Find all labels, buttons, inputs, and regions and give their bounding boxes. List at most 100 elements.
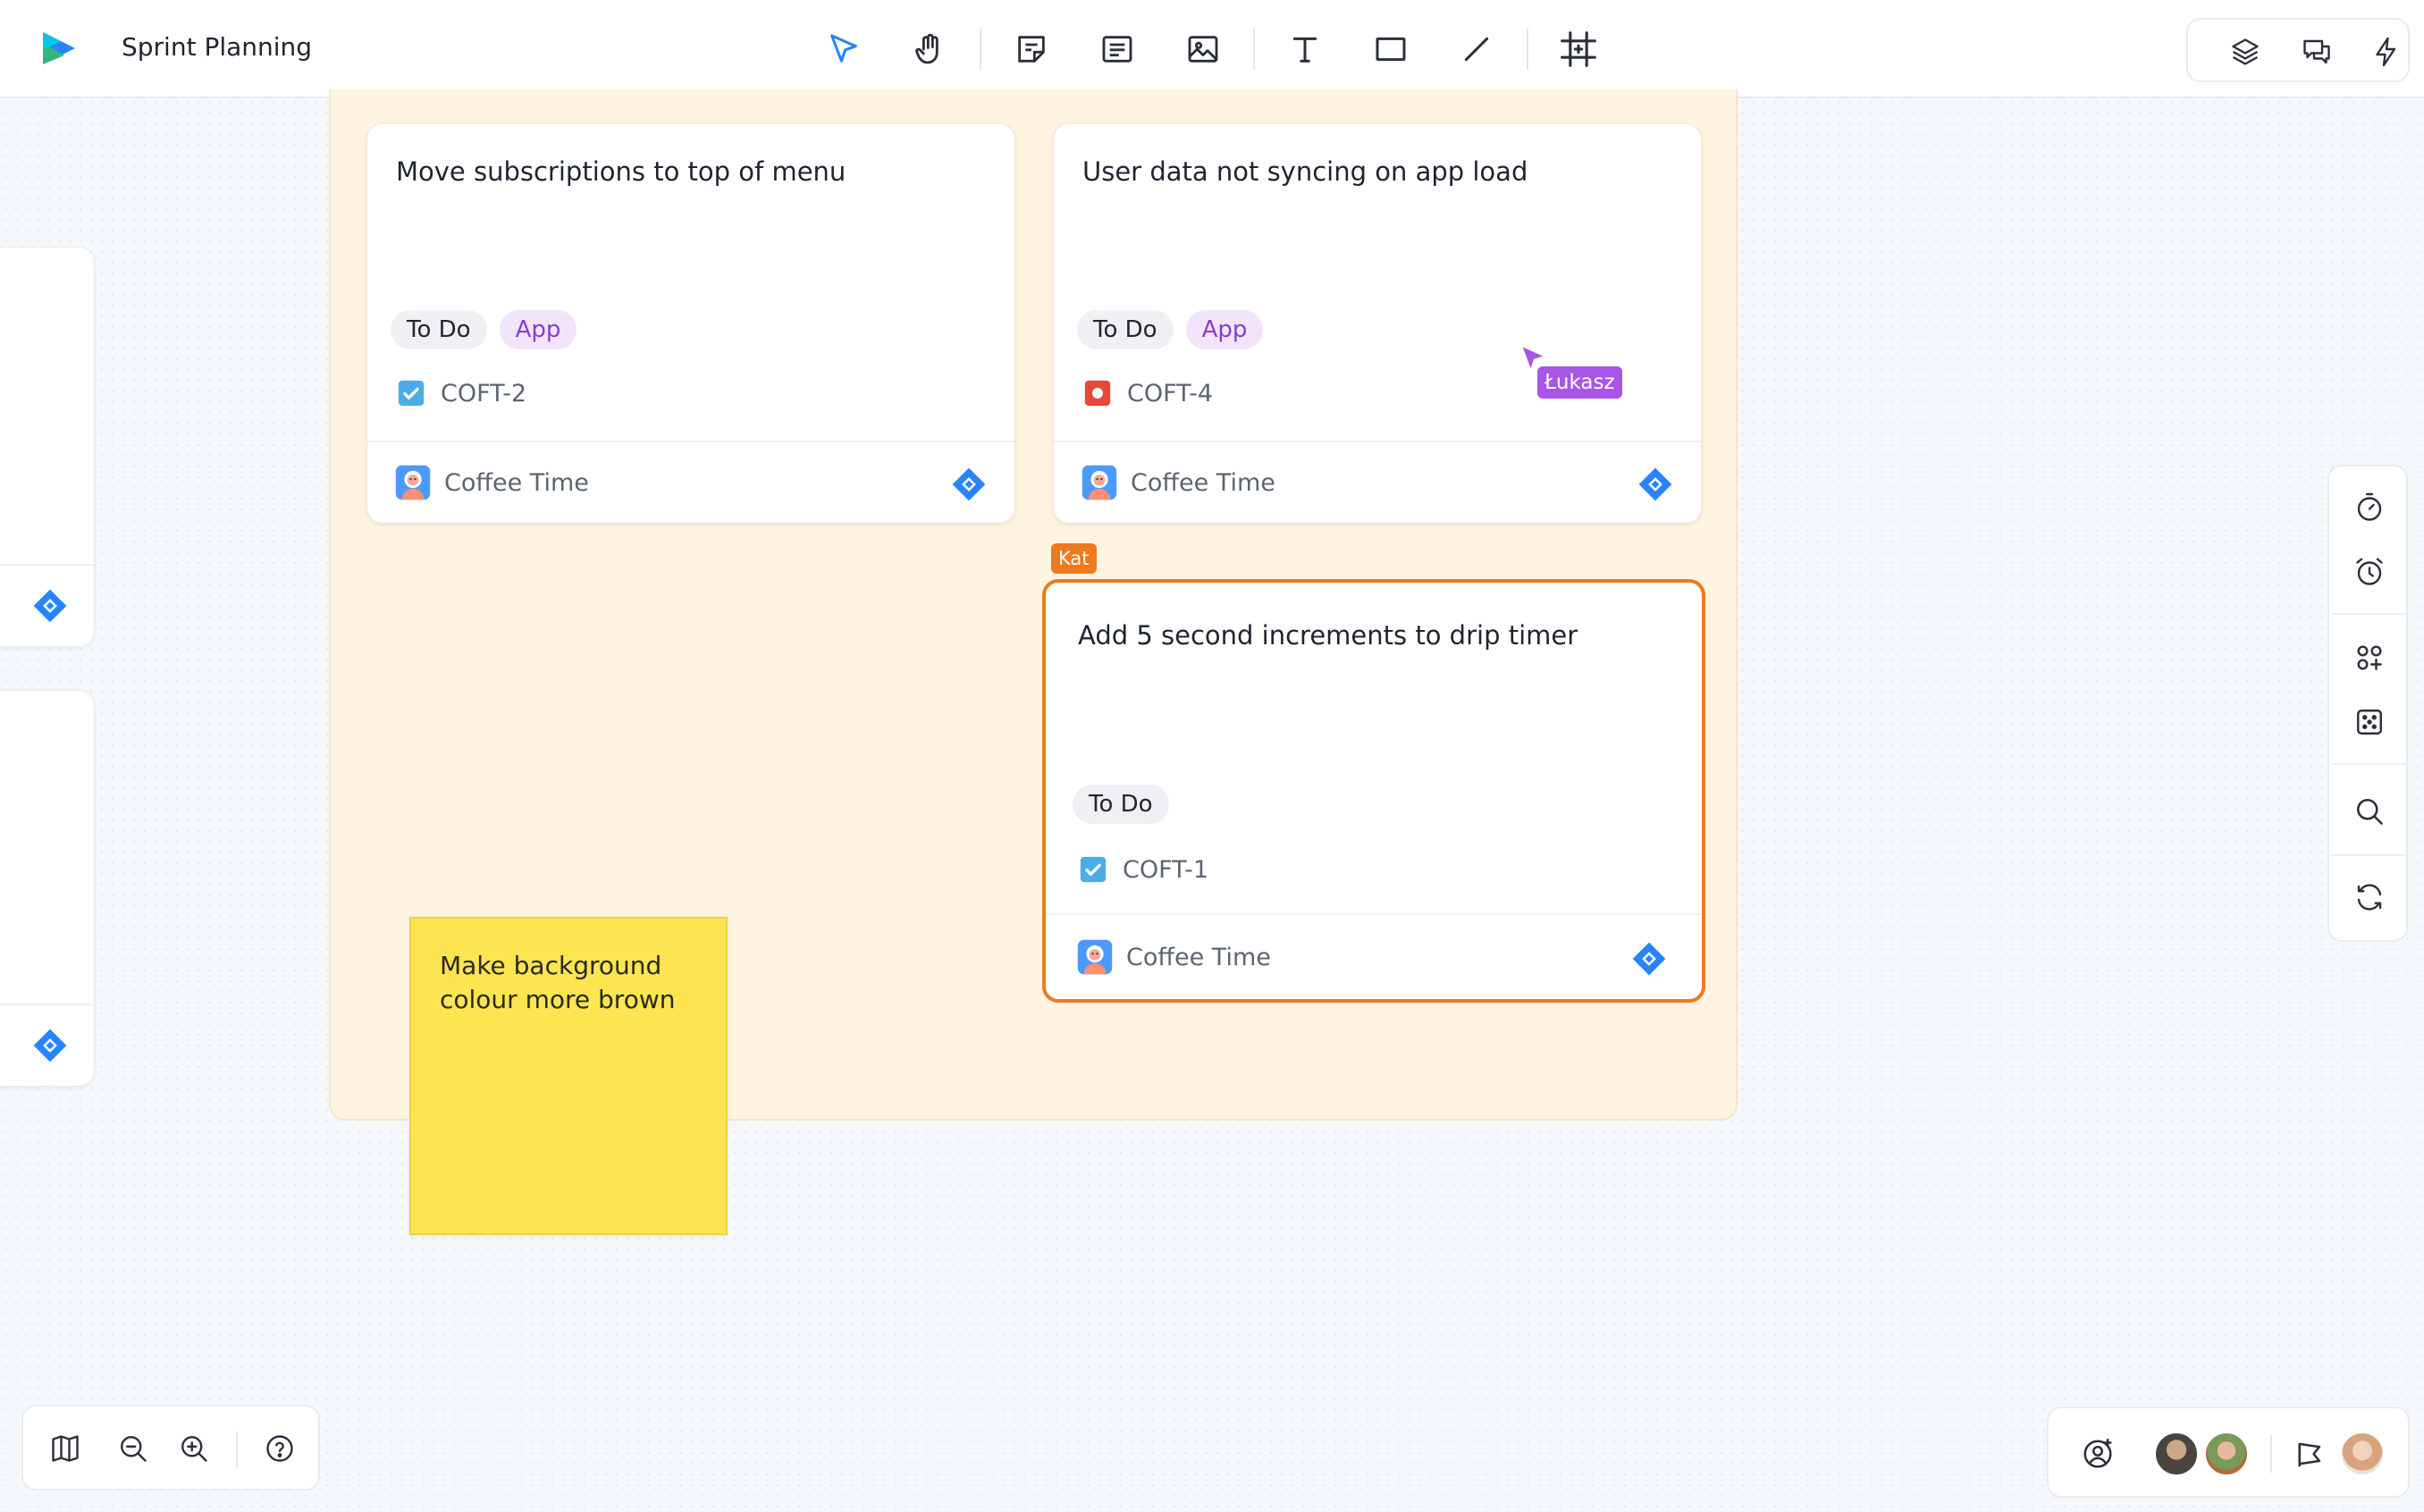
add-user-icon[interactable]	[2081, 1437, 2115, 1471]
hand-tool[interactable]	[905, 24, 955, 74]
jira-diamond-icon[interactable]	[950, 466, 988, 503]
cursor-name-lukasz: Łukasz	[1537, 366, 1622, 399]
hand-icon	[915, 33, 938, 64]
timer-icon	[2357, 492, 2382, 521]
project-name: Coffee Time	[1126, 943, 1271, 971]
sticky-note-tool[interactable]	[1006, 24, 1056, 74]
project-info: Coffee Time	[394, 464, 589, 501]
project-info: Coffee Time	[1081, 464, 1275, 501]
status-tag[interactable]: To Do	[391, 310, 487, 349]
issue-row: COFT-2	[396, 378, 526, 408]
task-checkbox-icon	[398, 380, 425, 407]
card-title: Add 5 second increments to drip timer	[1078, 620, 1578, 651]
sticky-note-text: Make background colour more brown	[440, 951, 676, 1014]
comments-icon	[2303, 39, 2330, 64]
lightning-icon	[2376, 37, 2396, 67]
card-footer: Coffee Time	[1046, 913, 1702, 999]
text-icon	[1292, 37, 1317, 63]
zoom-out-button[interactable]	[111, 1426, 156, 1471]
toolbar-divider	[1527, 29, 1528, 70]
avatar[interactable]	[2154, 1432, 2199, 1476]
task-checkbox-icon	[1080, 856, 1107, 883]
project-name: Coffee Time	[444, 468, 589, 497]
collab-divider	[2270, 1435, 2272, 1473]
toolbar-divider	[1253, 29, 1255, 70]
project-name: Coffee Time	[1131, 468, 1275, 497]
jira-card-selected[interactable]: Add 5 second increments to drip timer To…	[1042, 579, 1705, 1003]
card-title: Move subscriptions to top of menu	[396, 156, 846, 187]
cursor-arrow-icon	[830, 34, 857, 63]
panel-divider	[2331, 763, 2406, 765]
jira-diamond-icon[interactable]	[1630, 940, 1668, 978]
actions-button[interactable]	[2365, 30, 2408, 73]
avatar[interactable]	[2340, 1432, 2385, 1476]
status-tag[interactable]: To Do	[1073, 785, 1169, 824]
zoom-controls	[21, 1405, 320, 1491]
sync-button[interactable]	[2348, 876, 2391, 919]
jira-diamond-icon[interactable]	[1637, 466, 1674, 503]
jira-card[interactable]: Move subscriptions to top of menu To Do …	[366, 123, 1015, 524]
jira-card[interactable]: User data not syncing on app load To Do …	[1053, 123, 1702, 524]
jira-diamond-icon	[33, 1029, 67, 1063]
panel-divider	[2331, 854, 2406, 856]
line-icon	[1464, 37, 1489, 62]
avatar[interactable]	[2204, 1432, 2249, 1476]
card-tags: To Do App	[391, 310, 577, 349]
sticky-note[interactable]: Make background colour more brown	[409, 917, 728, 1235]
apps-button[interactable]	[2348, 636, 2391, 679]
zoom-in-button[interactable]	[172, 1426, 216, 1471]
issue-row: COFT-1	[1078, 854, 1208, 885]
card-tool[interactable]	[1092, 24, 1142, 74]
dice-button[interactable]	[2348, 701, 2391, 743]
toolbar-divider	[980, 29, 981, 70]
line-tool[interactable]	[1452, 24, 1502, 74]
project-avatar-icon	[1077, 939, 1113, 975]
app-logo[interactable]	[39, 30, 79, 66]
minimap-button[interactable]	[43, 1426, 88, 1471]
top-bar: Sprint Planning	[0, 0, 2424, 98]
label-tag[interactable]: App	[1185, 310, 1264, 349]
status-tag[interactable]: To Do	[1077, 310, 1174, 349]
frame-icon	[1561, 31, 1596, 67]
card-footer	[0, 1004, 94, 1086]
presentation-icon[interactable]	[2295, 1437, 2329, 1471]
collaborators-bar	[2047, 1407, 2410, 1498]
issue-row: COFT-4	[1082, 378, 1213, 408]
side-tools-panel	[2327, 465, 2408, 942]
project-info: Coffee Time	[1076, 938, 1271, 976]
timer-button[interactable]	[2348, 486, 2391, 529]
layers-button[interactable]	[2224, 30, 2267, 73]
card-icon	[1102, 36, 1132, 63]
project-avatar-icon	[1082, 465, 1117, 500]
offscreen-card[interactable]	[0, 690, 95, 1087]
select-tool[interactable]	[819, 24, 869, 74]
issue-key[interactable]: COFT-2	[441, 380, 526, 407]
alarm-button[interactable]	[2348, 550, 2391, 593]
search-icon	[2356, 798, 2383, 825]
card-tags: To Do App	[1077, 310, 1264, 349]
help-button[interactable]	[257, 1426, 302, 1471]
card-tags: To Do	[1073, 785, 1169, 824]
issue-key[interactable]: COFT-1	[1123, 856, 1208, 884]
project-avatar-icon	[395, 465, 431, 500]
rectangle-icon	[1376, 37, 1406, 62]
text-tool[interactable]	[1280, 24, 1330, 74]
image-icon	[1188, 36, 1218, 63]
help-icon	[266, 1435, 293, 1462]
bug-icon	[1084, 380, 1111, 407]
issue-key[interactable]: COFT-4	[1127, 380, 1213, 407]
comments-button[interactable]	[2295, 30, 2338, 73]
board-title[interactable]: Sprint Planning	[122, 32, 312, 62]
frame-tool[interactable]	[1553, 24, 1603, 74]
search-button[interactable]	[2348, 790, 2391, 833]
panel-divider	[2331, 613, 2406, 615]
rectangle-tool[interactable]	[1366, 24, 1416, 74]
image-tool[interactable]	[1178, 24, 1228, 74]
jira-diamond-icon	[33, 589, 67, 623]
zoom-divider	[236, 1432, 238, 1467]
offscreen-card[interactable]	[0, 247, 95, 647]
layers-icon	[2232, 38, 2259, 65]
alarm-icon	[2356, 558, 2383, 585]
map-icon	[52, 1435, 79, 1462]
label-tag[interactable]: App	[499, 310, 577, 349]
